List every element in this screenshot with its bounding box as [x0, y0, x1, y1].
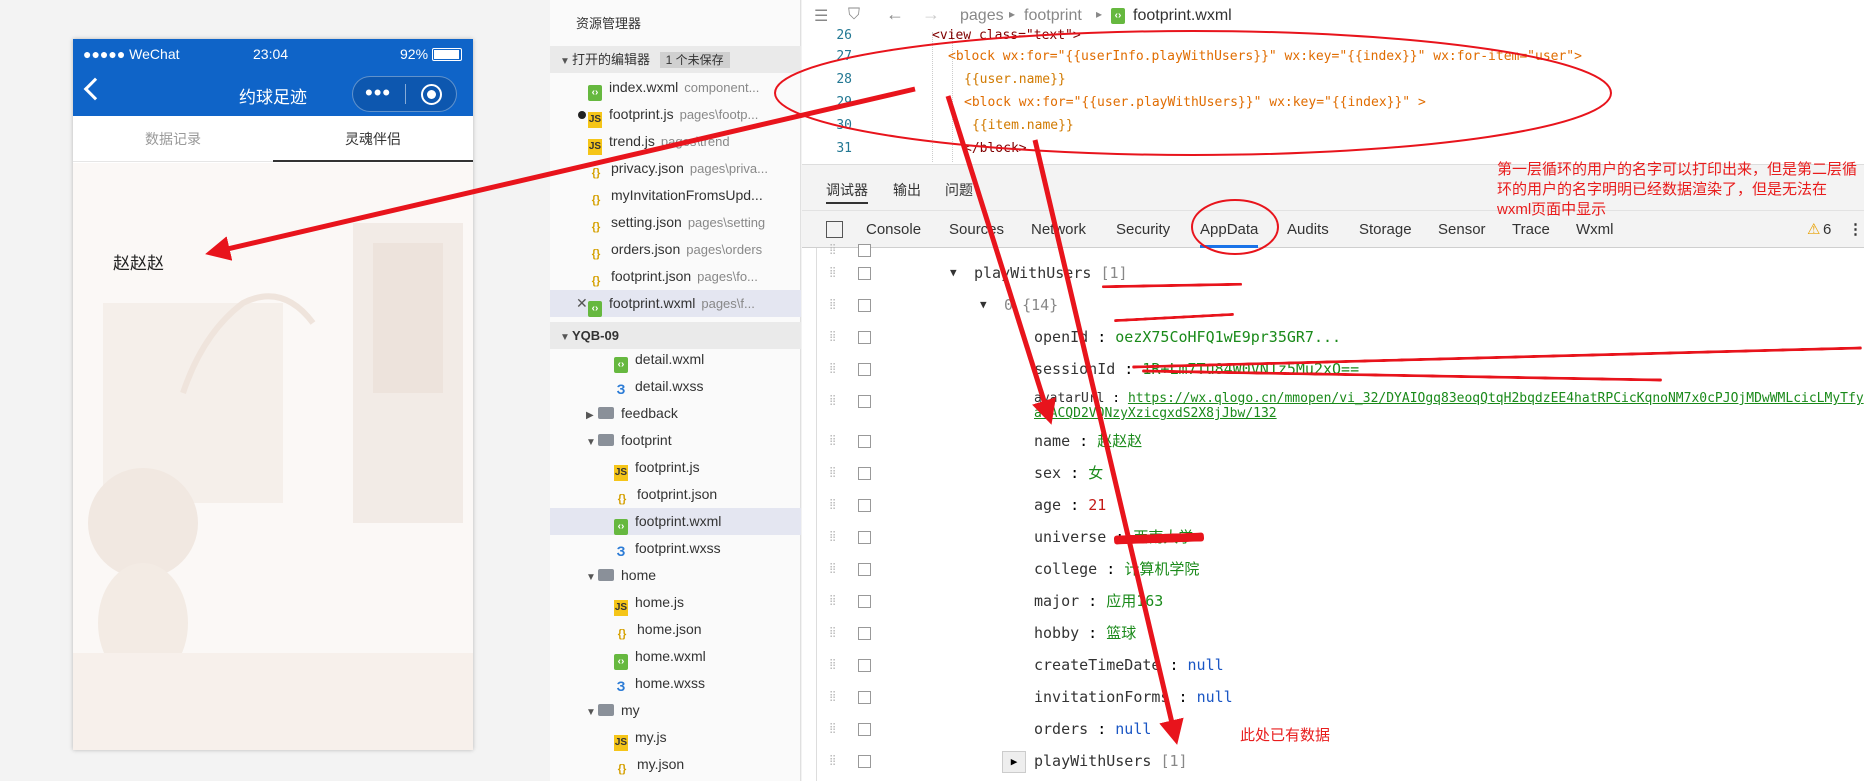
- annotation-overlay: [205, 30, 1612, 745]
- annotation-note-main: 第一层循环的用户的名字可以打印出来，但是第二层循环的用户的名字明明已经数据渲染了…: [1497, 161, 1858, 218]
- highlight-appdata-circle: [1191, 199, 1279, 255]
- arrow-to-phone: [205, 86, 916, 261]
- annotation-note-data: 此处已有数据: [1240, 727, 1331, 744]
- arrow-to-playwithusers: [1032, 139, 1184, 745]
